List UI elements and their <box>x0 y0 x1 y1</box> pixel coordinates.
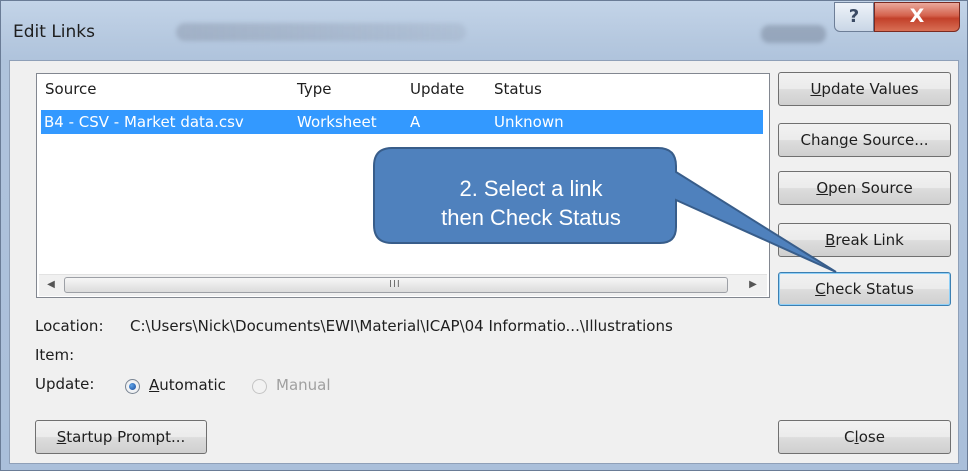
annotation-callout <box>373 147 837 273</box>
callout-line-2: then Check Status <box>441 205 621 230</box>
callout-line-1: 2. Select a link <box>459 176 603 201</box>
callout-text: 2. Select a link then Check Status <box>388 174 674 232</box>
